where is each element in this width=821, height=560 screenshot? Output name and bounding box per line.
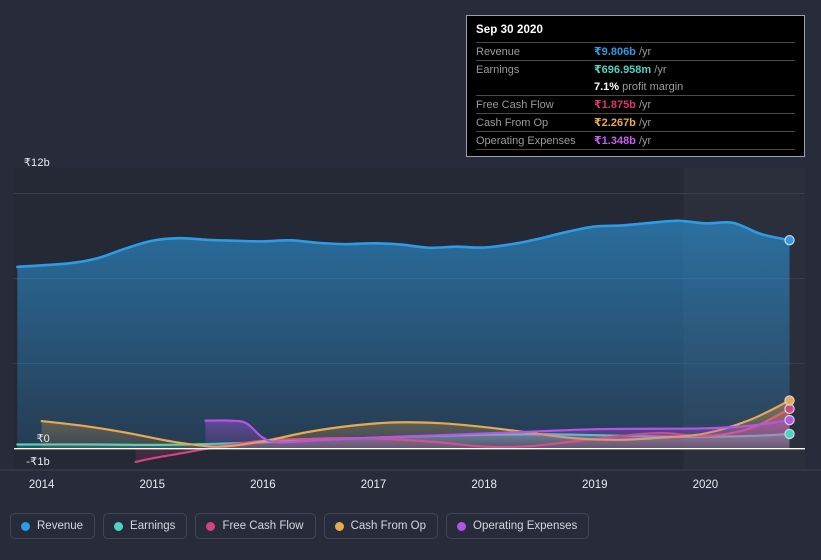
y-axis-tick-label: -₹1b	[26, 456, 50, 468]
legend-item-label: Operating Expenses	[473, 520, 578, 532]
tooltip-footer-rule	[476, 149, 795, 152]
tooltip-row-value: ₹1.348b /yr	[594, 135, 652, 147]
legend-color-dot	[334, 521, 344, 531]
legend-item-revenue[interactable]: Revenue	[10, 513, 96, 539]
x-axis-tick-label: 2016	[250, 479, 276, 491]
legend-color-dot	[457, 521, 467, 531]
x-axis-tick-label: 2018	[471, 479, 497, 491]
y-axis-tick-label: ₹0	[36, 433, 50, 445]
legend-color-dot	[21, 521, 30, 531]
tooltip-row: Operating Expenses ₹1.348b /yr	[476, 131, 795, 149]
tooltip-row-label: Operating Expenses	[476, 134, 576, 147]
x-axis-tick-label: 2017	[360, 479, 387, 491]
tooltip-row-value: 7.1% profit margin	[594, 80, 684, 93]
legend-color-dot	[206, 521, 216, 531]
endpoint-marker	[784, 414, 795, 426]
tooltip-rows: Revenue ₹9.806b /yr Earnings ₹696.958m /yr 7…	[476, 42, 795, 149]
legend-item-operating-expenses[interactable]: Operating Expenses	[446, 513, 590, 539]
legend-item-label: Free Cash Flow	[222, 520, 304, 532]
tooltip-title: Sep 30 2020	[476, 24, 543, 36]
tooltip-row-label: Free Cash Flow	[476, 98, 554, 111]
x-axis-tick-label: 2015	[139, 479, 166, 491]
x-axis-tick-label: 2014	[28, 479, 55, 491]
tooltip-row: Cash From Op ₹2.267b /yr	[476, 113, 795, 131]
tooltip-row-value: ₹1.875b /yr	[594, 99, 652, 111]
endpoint-marker	[784, 395, 795, 406]
x-axis-tick-label: 2019	[582, 479, 608, 491]
tooltip-row-value: ₹696.958m /yr	[594, 64, 667, 76]
legend-item-label: Revenue	[37, 520, 84, 532]
tooltip-row-label: Cash From Op	[476, 116, 549, 129]
legend-item-label: Earnings	[130, 520, 176, 532]
endpoint-marker	[784, 428, 795, 440]
tooltip-row: Earnings ₹696.958m /yr	[476, 60, 795, 78]
data-tooltip: Sep 30 2020 Revenue ₹9.806b /yr Earnings ₹6…	[466, 15, 805, 157]
x-axis-tick-label: 2020	[692, 479, 719, 491]
endpoint-marker	[784, 234, 795, 246]
series-revenue	[16, 219, 791, 449]
tooltip-row: Free Cash Flow ₹1.875b /yr	[476, 95, 795, 113]
tooltip-row-value: ₹2.267b /yr	[594, 117, 652, 129]
legend-item-cash-from-op[interactable]: Cash From Op	[323, 513, 439, 539]
tooltip-row-label: Revenue	[476, 45, 521, 58]
tooltip-row-label: Earnings	[476, 63, 520, 76]
legend-item-label: Cash From Op	[350, 520, 427, 532]
y-axis-tick-label: ₹12b	[23, 157, 50, 169]
chart-legend: Revenue Earnings Free Cash Flow Cash From O…	[10, 513, 590, 539]
legend-color-dot	[114, 521, 124, 531]
legend-item-free-cash-flow[interactable]: Free Cash Flow	[195, 513, 316, 539]
financial-area-chart: ₹12b ₹0 -₹1b 2014 2015 2016 2017 2018 2019 2020 …	[0, 0, 821, 560]
tooltip-row: 7.1% profit margin	[476, 78, 795, 95]
legend-item-earnings[interactable]: Earnings	[103, 513, 188, 539]
tooltip-row: Revenue ₹9.806b /yr	[476, 42, 795, 60]
tooltip-row-value: ₹9.806b /yr	[594, 46, 652, 58]
